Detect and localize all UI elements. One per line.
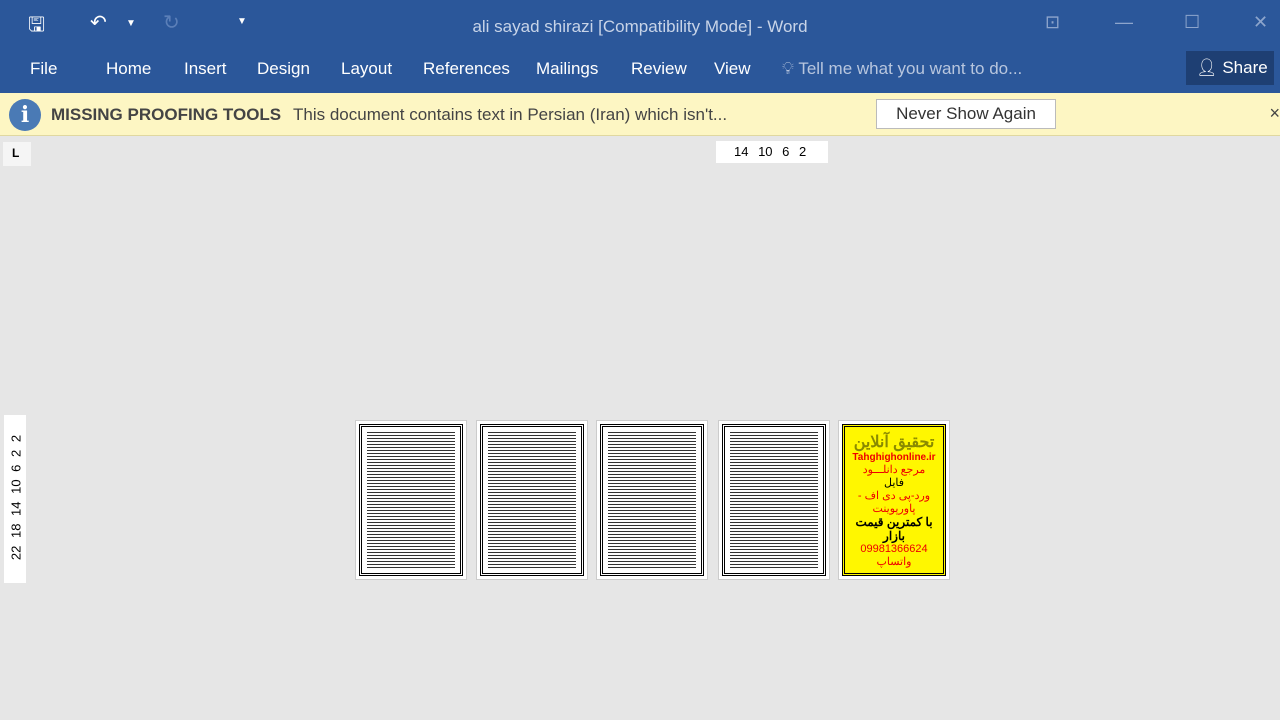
- page-thumbnail[interactable]: [596, 420, 708, 580]
- tab-insert[interactable]: Insert: [184, 59, 227, 79]
- vertical-ruler-numbers: 22 18 14 10 6 2 2: [8, 434, 24, 561]
- vertical-ruler[interactable]: 22 18 14 10 6 2 2: [4, 415, 26, 583]
- close-message-icon[interactable]: ×: [1269, 103, 1280, 124]
- message-bar: i MISSING PROOFING TOOLS This document c…: [0, 93, 1280, 136]
- ad-line: ورد-پی دی اف - پاورپوینت: [857, 490, 931, 515]
- page-thumbnail[interactable]: [476, 420, 588, 580]
- horizontal-ruler[interactable]: 14 10 6 2: [716, 141, 828, 163]
- ad-line: فایل: [883, 477, 904, 489]
- message-title: MISSING PROOFING TOOLS: [51, 105, 282, 124]
- tab-file[interactable]: File: [30, 59, 57, 79]
- tab-view[interactable]: View: [714, 59, 751, 79]
- page-text: [480, 424, 584, 576]
- lightbulb-icon: 💡︎: [782, 59, 794, 78]
- tab-home[interactable]: Home: [106, 59, 151, 79]
- person-add-icon: 👤︎: [1196, 58, 1218, 77]
- tab-layout[interactable]: Layout: [341, 59, 392, 79]
- tell-me-input[interactable]: 💡︎ Tell me what you want to do...: [782, 59, 1022, 79]
- close-icon[interactable]: ✕: [1253, 12, 1268, 33]
- tell-me-placeholder: Tell me what you want to do...: [798, 59, 1023, 78]
- tab-design[interactable]: Design: [257, 59, 310, 79]
- ad-page[interactable]: تحقیق آنلاین Tahghighonline.ir مرجع دانل…: [838, 420, 950, 580]
- ad-title: تحقیق آنلاین: [853, 434, 935, 451]
- title-bar: 🖫 ↶ ▼ ↻ ▼ ali sayad shirazi [Compatibili…: [0, 0, 1280, 48]
- page-text: [600, 424, 704, 576]
- tab-references[interactable]: References: [423, 59, 510, 79]
- message-text: This document contains text in Persian (…: [293, 105, 728, 124]
- maximize-icon[interactable]: ☐: [1184, 12, 1200, 33]
- never-show-again-button[interactable]: Never Show Again: [876, 99, 1056, 129]
- page-text: [359, 424, 463, 576]
- ad-content: تحقیق آنلاین Tahghighonline.ir مرجع دانل…: [842, 424, 946, 576]
- share-button[interactable]: 👤︎ Share: [1186, 51, 1274, 85]
- ribbon-tabs: File Home Insert Design Layout Reference…: [0, 48, 1280, 93]
- ad-line: مرجع دانلـــود: [862, 464, 926, 476]
- page-thumbnail[interactable]: [355, 420, 467, 580]
- minimize-icon[interactable]: —: [1115, 12, 1133, 33]
- ad-line: 09981366624 واتساپ: [860, 543, 928, 568]
- share-label: Share: [1222, 58, 1268, 77]
- ad-line: با کمترین قیمت بازار: [855, 515, 933, 543]
- tab-mailings[interactable]: Mailings: [536, 59, 598, 79]
- page-thumbnail[interactable]: [718, 420, 830, 580]
- ribbon-display-icon[interactable]: ⊡: [1045, 12, 1060, 33]
- tab-review[interactable]: Review: [631, 59, 687, 79]
- tab-selector[interactable]: L: [3, 142, 31, 166]
- info-icon: i: [9, 99, 41, 131]
- window-title: ali sayad shirazi [Compatibility Mode] -…: [472, 17, 808, 36]
- page-text: [722, 424, 826, 576]
- ad-site: Tahghighonline.ir: [852, 452, 936, 463]
